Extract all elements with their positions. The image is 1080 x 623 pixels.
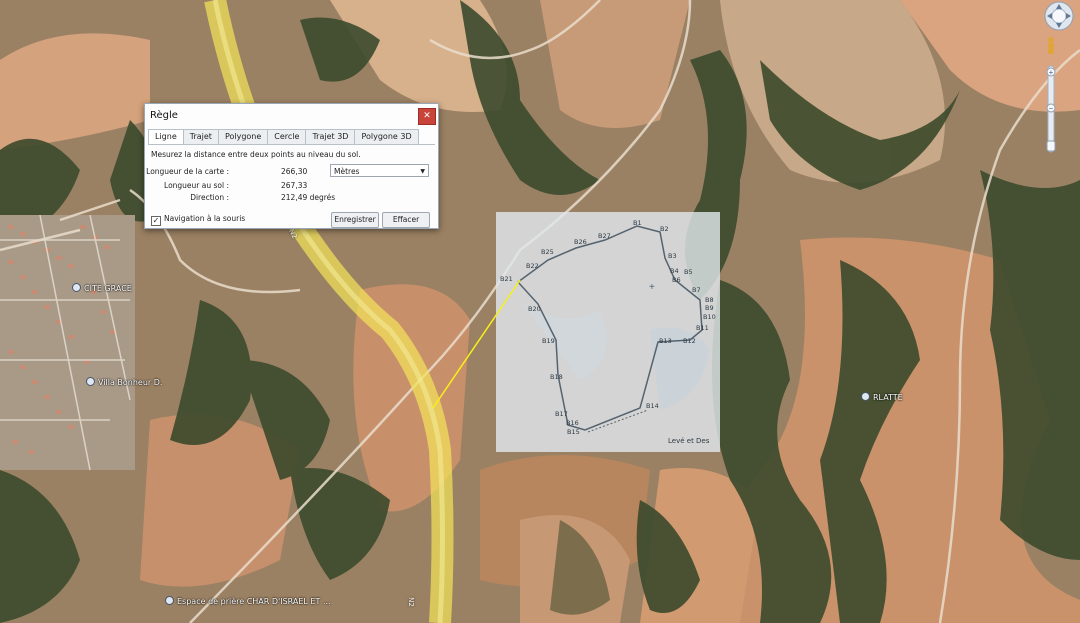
unit-value: Mètres <box>334 167 360 176</box>
save-button[interactable]: Enregistrer <box>331 212 379 228</box>
point-label: B17 <box>555 410 568 418</box>
point-label: B21 <box>500 275 513 283</box>
direction-value: 212,49 degrés <box>281 193 336 202</box>
tab-trajet-3d[interactable]: Trajet 3D <box>305 129 356 144</box>
svg-text:+: + <box>649 282 655 293</box>
place-label: Espace de prière CHAR D'ISRAEL ET ... <box>177 597 331 606</box>
road-label: N2 <box>406 597 415 607</box>
place-marker[interactable]: Villa Bonheur D. <box>86 377 162 387</box>
point-label: B11 <box>696 324 709 332</box>
ground-length-label: Longueur au sol : <box>164 181 229 190</box>
pin-icon <box>72 283 81 292</box>
point-label: B19 <box>542 337 555 345</box>
dialog-title: Règle <box>150 110 178 121</box>
point-label: B4 <box>670 267 679 275</box>
svg-text:−: − <box>1049 104 1054 113</box>
pin-icon <box>861 392 870 401</box>
tab-polygone-3d[interactable]: Polygone 3D <box>354 129 419 144</box>
point-label: B10 <box>703 313 716 321</box>
description-text: Mesurez la distance entre deux points au… <box>151 150 361 159</box>
tab-cercle[interactable]: Cercle <box>267 129 307 144</box>
pin-icon <box>86 377 95 386</box>
point-label: B26 <box>574 238 587 246</box>
map-length-value: 266,30 <box>281 167 308 176</box>
point-label: B15 <box>567 428 580 436</box>
point-label: B12 <box>683 337 696 345</box>
place-label: CITE GRACE <box>84 284 132 293</box>
compass-icon[interactable] <box>1044 1 1074 31</box>
point-label: B20 <box>528 305 541 313</box>
pin-icon <box>165 596 174 605</box>
place-marker[interactable]: CITE GRACE <box>72 283 132 293</box>
chevron-down-icon: ▼ <box>420 168 425 175</box>
point-label: B9 <box>705 304 714 312</box>
point-label: B3 <box>668 252 677 260</box>
tab-bar: Ligne Trajet Polygone Cercle Trajet 3D P… <box>148 129 419 145</box>
point-label: B25 <box>541 248 554 256</box>
place-marker[interactable]: RLATTE <box>861 392 903 402</box>
point-label: B16 <box>566 419 579 427</box>
place-label: Villa Bonheur D. <box>98 378 163 387</box>
navigation-controls: + − <box>1044 1 1074 153</box>
divider <box>148 144 435 145</box>
point-label: B27 <box>598 232 611 240</box>
tab-ligne[interactable]: Ligne <box>148 129 184 145</box>
tab-polygone[interactable]: Polygone <box>217 129 269 144</box>
point-label: B5 <box>684 268 693 276</box>
point-label: B14 <box>646 402 659 410</box>
ruler-dialog: Règle ✕ Ligne Trajet Polygone Cercle Tra… <box>144 103 439 229</box>
tab-trajet[interactable]: Trajet <box>182 129 219 144</box>
point-label: B1 <box>633 219 642 227</box>
pegman-icon[interactable] <box>1048 37 1054 54</box>
unit-select[interactable]: Mètres ▼ <box>330 164 429 177</box>
place-label: RLATTE <box>873 393 903 402</box>
point-label: B18 <box>550 373 563 381</box>
clear-button[interactable]: Effacer <box>382 212 430 228</box>
map-length-label: Longueur de la carte : <box>146 167 229 176</box>
overlay-caption: Levé et Des <box>668 437 710 445</box>
point-label: B8 <box>705 296 714 304</box>
svg-text:+: + <box>1049 68 1054 77</box>
point-label: B6 <box>672 276 681 284</box>
survey-overlay: + <box>496 212 720 452</box>
close-icon[interactable]: ✕ <box>418 108 436 125</box>
mouse-nav-option[interactable]: ✓ Navigation à la souris <box>151 214 245 226</box>
point-label: B22 <box>526 262 539 270</box>
direction-label: Direction : <box>190 193 229 202</box>
zoom-slider[interactable]: + − <box>1046 65 1056 153</box>
point-label: B2 <box>660 225 669 233</box>
point-label: B13 <box>659 337 672 345</box>
ground-length-value: 267,33 <box>281 181 308 190</box>
place-marker[interactable]: Espace de prière CHAR D'ISRAEL ET ... <box>165 596 331 606</box>
mouse-nav-checkbox[interactable]: ✓ <box>151 216 161 226</box>
mouse-nav-label: Navigation à la souris <box>164 214 246 223</box>
point-label: B7 <box>692 286 701 294</box>
